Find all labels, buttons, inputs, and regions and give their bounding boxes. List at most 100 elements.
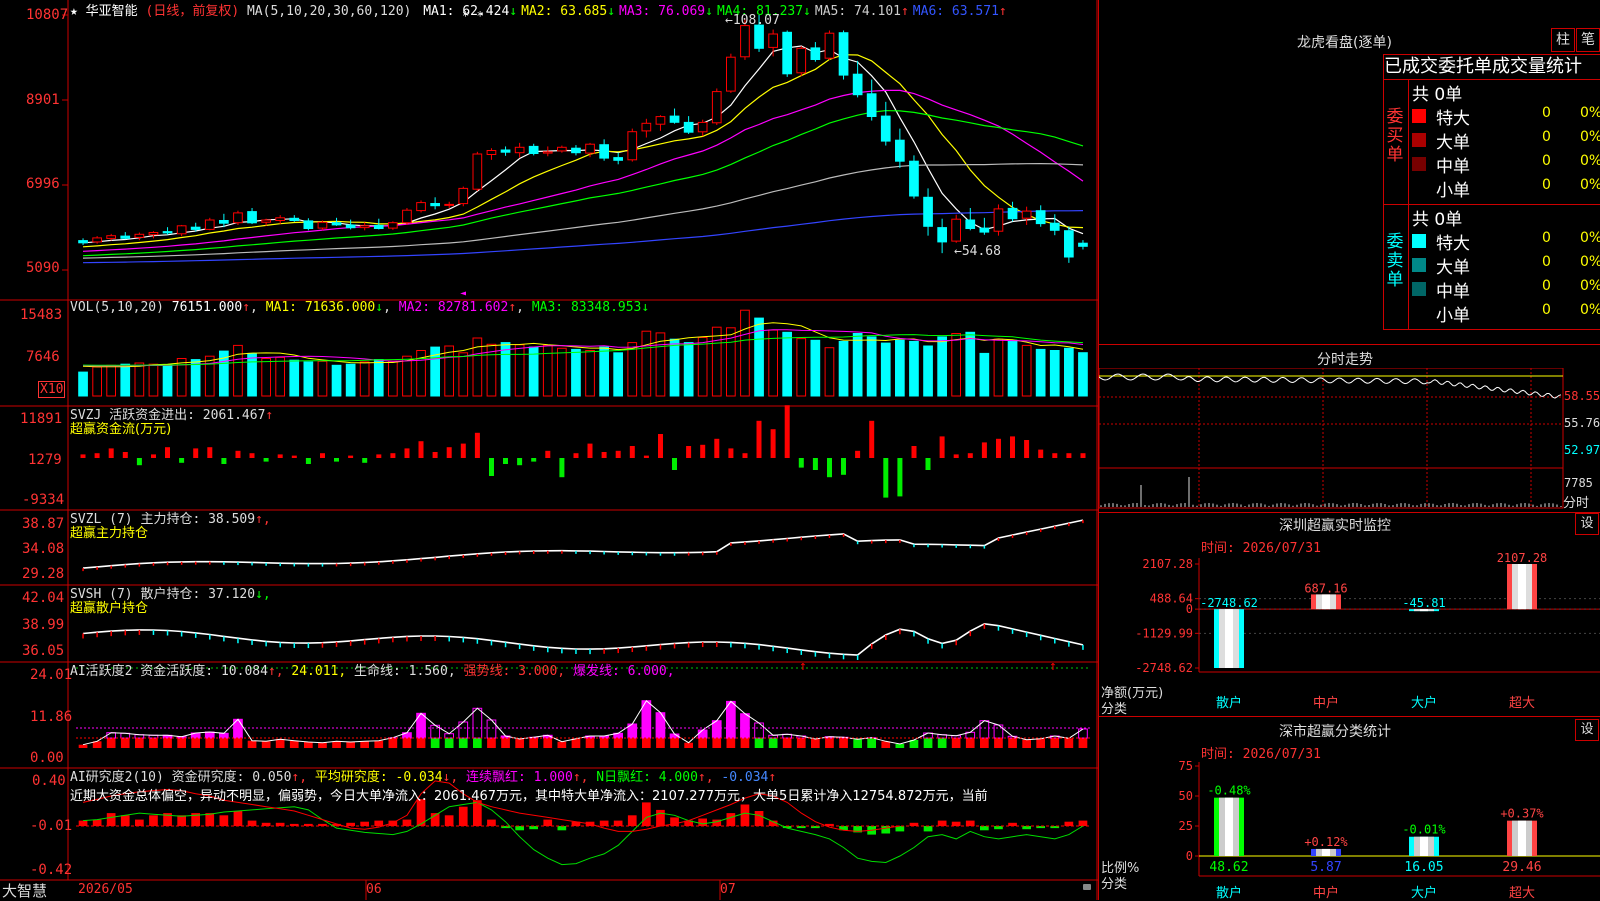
pen-toggle-button[interactable]: 笔: [1576, 28, 1600, 52]
fund-flow-bar: [743, 453, 748, 458]
ma-arrow: ↑: [999, 4, 1007, 19]
low-marker: ←54.68: [954, 244, 1001, 259]
activity-bar: [769, 738, 778, 748]
fund-flow-bar: [179, 458, 184, 463]
sz-bar-highlight: [1518, 564, 1526, 609]
period-label[interactable]: (日线，前复权): [146, 4, 240, 19]
ai-active-ytick: 11.86: [30, 709, 72, 725]
candle: [445, 204, 454, 205]
sz-bar: [1507, 564, 1537, 609]
candle: [670, 116, 679, 122]
volume-bar: [558, 348, 567, 396]
tab-executed[interactable]: 已成交: [1384, 56, 1438, 77]
volume-bar: [910, 341, 919, 396]
volume-bar: [205, 356, 214, 396]
lock-icon[interactable]: [1083, 884, 1091, 890]
sc-value-label: 29.46: [1502, 860, 1541, 875]
ma-item-3: MA3: 76.069↓: [619, 4, 713, 19]
candle: [797, 48, 806, 73]
kline-area[interactable]: ↑↑◄ ★ 华亚智能 (日线，前复权) MA(5,10,20,30,60,120…: [0, 0, 1098, 900]
activity-bar: [558, 742, 567, 748]
tab-orders[interactable]: 委托单: [1438, 56, 1492, 77]
candle: [205, 220, 214, 229]
fund-flow-bar: [1052, 453, 1057, 458]
order-color-swatch: [1412, 181, 1426, 195]
candle: [614, 158, 623, 161]
candle: [825, 33, 834, 58]
research-bar: [360, 822, 369, 826]
ma-line-20: [83, 90, 1083, 251]
main-chart-svg[interactable]: ↑↑◄: [0, 0, 1098, 900]
candle: [881, 116, 890, 141]
activity-bar: [107, 733, 116, 738]
volume-bar: [177, 359, 186, 397]
fund-flow-bar: [489, 458, 494, 476]
research-bar: [628, 815, 637, 826]
research-bar: [952, 822, 961, 826]
sc-value-label: 16.05: [1404, 860, 1443, 875]
activity-bar: [332, 741, 341, 748]
candle: [304, 221, 313, 229]
intraday-unit: 分时: [1563, 492, 1589, 511]
fund-flow-bar: [419, 441, 424, 458]
vol-title: VOL(5,10,20): [70, 300, 164, 315]
svsh-line: [83, 624, 1083, 655]
activity-bar: [374, 741, 383, 748]
sc-bar-highlight: [1225, 798, 1233, 856]
bar-toggle-button[interactable]: 柱: [1551, 28, 1575, 52]
sc-category: 中户: [1313, 885, 1339, 900]
sz-bar: [1214, 609, 1244, 668]
candle: [656, 117, 665, 125]
research-bar: [881, 826, 890, 834]
sc-bar-highlight: [1518, 821, 1526, 856]
research-bar: [177, 815, 186, 826]
order-size-label: 中单: [1436, 277, 1470, 302]
candle: [952, 219, 961, 241]
candle: [149, 233, 158, 235]
sc-category: 散户: [1216, 885, 1242, 900]
activity-bar: [445, 734, 454, 738]
ma-values: MA1: 62.424↓MA2: 63.685↓MA3: 76.069↓MA4:…: [419, 4, 1007, 19]
research-bar: [107, 813, 116, 826]
fund-flow-bar: [630, 446, 635, 458]
sc-value-label: 5.87: [1310, 860, 1341, 875]
fund-flow-bar: [813, 458, 818, 470]
buy-side-label: 委买单: [1384, 108, 1406, 165]
volume-bar: [600, 347, 609, 396]
candle: [220, 221, 229, 224]
sc-change-label: +0.12%: [1304, 835, 1348, 849]
tab-volume-stats[interactable]: 成交量统计: [1492, 56, 1582, 77]
candle: [1065, 231, 1074, 257]
intraday-ytick: 52.97: [1564, 443, 1600, 457]
activity-bar: [938, 738, 947, 748]
candle: [938, 228, 947, 242]
favorite-star-icon[interactable]: ★: [70, 4, 78, 19]
research-bar: [459, 807, 468, 826]
sz-settings-button[interactable]: 设: [1575, 513, 1599, 535]
intraday-chart[interactable]: [1099, 368, 1600, 510]
activity-bar: [163, 738, 172, 748]
activity-bar: [304, 742, 313, 748]
activity-bar: [290, 741, 299, 748]
fund-flow-bar: [559, 458, 564, 477]
sc-settings-button[interactable]: 设: [1575, 719, 1599, 741]
order-size-label: 特大: [1436, 104, 1470, 129]
research-bar: [727, 813, 736, 826]
volume-bar: [248, 353, 257, 396]
ma-params: MA(5,10,20,30,60,120): [247, 4, 411, 19]
activity-bar: [220, 738, 229, 748]
svzj-ytick: 1279: [28, 452, 62, 468]
fund-flow-bar: [658, 434, 663, 458]
fund-flow-bar: [250, 453, 255, 458]
ma-arrow: ↓: [803, 4, 811, 19]
activity-bar: [924, 738, 933, 748]
volume-bar: [445, 346, 454, 396]
volume-bar: [276, 357, 285, 396]
order-count: 0: [1542, 230, 1551, 246]
sc-xlabel: 分类: [1101, 873, 1127, 892]
sz-bar-highlight: [1322, 594, 1330, 609]
fund-flow-bar: [390, 453, 395, 458]
order-size-label: 小单: [1436, 301, 1470, 326]
fund-flow-bar: [348, 456, 353, 458]
stock-name[interactable]: 华亚智能: [86, 4, 138, 19]
